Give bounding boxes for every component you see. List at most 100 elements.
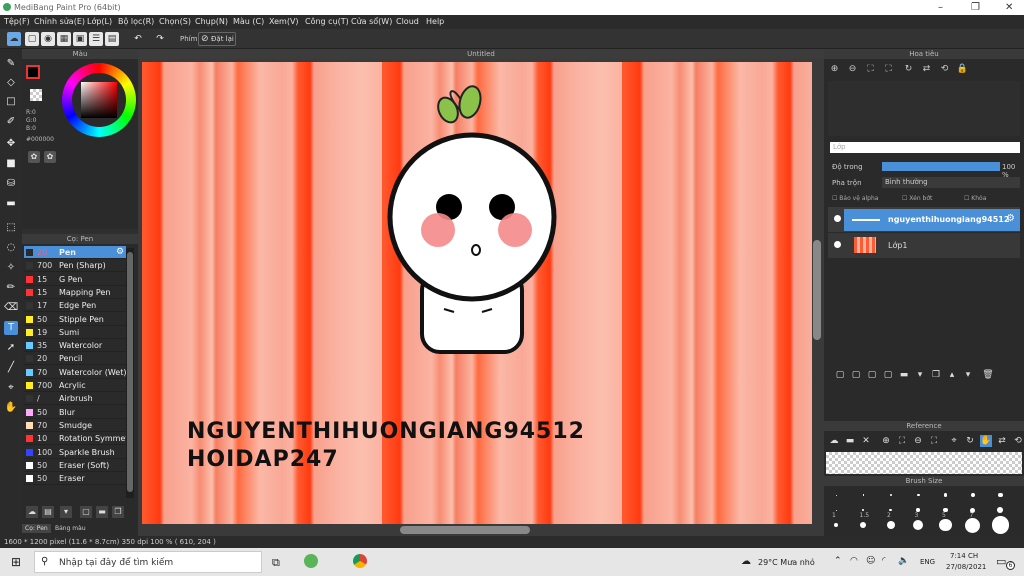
move-up-icon[interactable]: ▴: [946, 369, 958, 381]
add-brush-icon[interactable]: ▤: [42, 506, 54, 518]
redo-icon[interactable]: ↷: [153, 32, 167, 46]
brush-options-icon[interactable]: ▾: [60, 506, 72, 518]
gradient-tool-icon[interactable]: ▬: [4, 197, 18, 211]
brush-item[interactable]: 35 Watercolor: [24, 339, 126, 353]
select-eraser-icon[interactable]: ⌫: [4, 301, 18, 315]
gear-icon[interactable]: ⚙: [1006, 213, 1015, 224]
brush-size-dot[interactable]: [939, 518, 952, 532]
brush-size-dot[interactable]: [970, 493, 975, 497]
brush-item[interactable]: 50 Eraser (Soft): [24, 459, 126, 472]
folder-icon[interactable]: ▬: [844, 435, 856, 447]
zoom-out-icon[interactable]: ⊖: [846, 63, 859, 76]
brush-size-dot[interactable]: [886, 520, 895, 530]
move-tool-icon[interactable]: ✥: [4, 137, 18, 151]
duplicate-icon[interactable]: ❐: [930, 369, 942, 381]
volume-icon[interactable]: 🔈: [898, 556, 909, 566]
brush-size-dot[interactable]: [916, 493, 920, 497]
lock-view-icon[interactable]: 🔒: [956, 63, 969, 76]
layer-row-text[interactable]: nguyenthihuongiang94512 ⚙: [828, 207, 1020, 232]
grid-icon[interactable]: ▦: [57, 32, 71, 46]
brush-tool-icon[interactable]: ✎: [4, 57, 18, 71]
flip-icon[interactable]: ⇄: [920, 63, 933, 76]
brush-size-dot[interactable]: [889, 493, 892, 497]
menu-layer[interactable]: Lớp(L): [87, 17, 112, 26]
brush-item[interactable]: 50 Blur: [24, 406, 126, 419]
eye-icon[interactable]: [834, 241, 841, 248]
folder-icon[interactable]: ▬: [96, 506, 108, 518]
brush-size-dot[interactable]: [835, 494, 837, 496]
clock-date[interactable]: 27/08/2021: [946, 563, 986, 571]
eye-icon[interactable]: [834, 215, 841, 222]
dot-tool-icon[interactable]: □: [4, 95, 18, 109]
menu-snap[interactable]: Chụp(N): [195, 17, 228, 26]
clock-time[interactable]: 7:14 CH: [950, 552, 978, 560]
actual-size-icon[interactable]: ⛶: [928, 435, 940, 447]
blend-mode-select[interactable]: Bình thường: [882, 177, 1020, 188]
reset-view-icon[interactable]: ⟲: [1012, 435, 1024, 447]
brush-item[interactable]: 15 Mapping Pen: [24, 286, 126, 299]
brush-item[interactable]: 100 Sparkle Brush: [24, 446, 126, 459]
eyedropper-icon[interactable]: ⌖: [948, 435, 960, 447]
maximize-icon[interactable]: ❐: [971, 2, 980, 13]
cloud-brush-icon[interactable]: ☁: [26, 506, 38, 518]
move-down-icon[interactable]: ▾: [962, 369, 974, 381]
select-rect-icon[interactable]: ⬚: [4, 221, 18, 235]
palette-icon[interactable]: ✿: [28, 151, 40, 163]
task-view-icon[interactable]: ⧉: [272, 556, 280, 570]
drawing-canvas[interactable]: NGUYENTHIHUONGIANG94512 HOIDAP247: [142, 62, 812, 524]
hand-tool-icon[interactable]: ✋: [4, 401, 18, 415]
new-layer-icon[interactable]: ▢: [850, 369, 862, 381]
notification-icon[interactable]: ▭: [996, 555, 1006, 568]
select-pen-icon[interactable]: ✐: [4, 115, 18, 129]
brush-size-dot[interactable]: [965, 517, 981, 533]
close-icon[interactable]: ✕: [1005, 2, 1013, 13]
brush-item[interactable]: 10 Rotation Symmetry: [24, 432, 126, 446]
brush-item[interactable]: 20 Pen ⚙: [24, 246, 126, 259]
minimize-icon[interactable]: –: [938, 2, 943, 13]
delete-icon[interactable]: 🗑: [982, 369, 994, 381]
brush-size-dot[interactable]: [943, 493, 948, 497]
zoom-in-icon[interactable]: ⊕: [880, 435, 892, 447]
brush-size-dot[interactable]: [912, 519, 924, 531]
brush-item[interactable]: 20 Pencil: [24, 352, 126, 366]
hand-icon[interactable]: ✋: [980, 435, 992, 447]
brush-item[interactable]: / Airbrush: [24, 392, 126, 406]
select-brush-icon[interactable]: ✏: [4, 281, 18, 295]
merge-icon[interactable]: ▾: [914, 369, 926, 381]
brush-size-dot[interactable]: [862, 509, 865, 511]
brush-item[interactable]: 700 Acrylic: [24, 379, 126, 392]
rotate-icon[interactable]: ↻: [964, 435, 976, 447]
protect-alpha-checkbox[interactable]: ☐ Bảo vệ alpha: [832, 195, 878, 202]
opacity-slider[interactable]: [882, 162, 1000, 171]
rotate-icon[interactable]: ↻: [902, 63, 915, 76]
medibang-taskbar-icon[interactable]: [304, 554, 318, 568]
new-icon[interactable]: ▢: [25, 32, 39, 46]
chrome-taskbar-icon[interactable]: [353, 554, 367, 568]
eyedropper-tool-icon[interactable]: ⌖: [4, 381, 18, 395]
chevron-up-icon[interactable]: ⌃: [834, 556, 842, 566]
new-layer-icon[interactable]: ▢: [866, 369, 878, 381]
cloud-icon[interactable]: ☁: [828, 435, 840, 447]
saturation-square[interactable]: [81, 82, 117, 118]
copy-brush-icon[interactable]: ❐: [112, 506, 124, 518]
zoom-in-icon[interactable]: ⊕: [828, 63, 841, 76]
bucket-tool-icon[interactable]: ⛁: [4, 177, 18, 191]
menu-edit[interactable]: Chỉnh sửa(E): [34, 17, 85, 26]
new-layer-icon[interactable]: ▢: [882, 369, 894, 381]
operation-tool-icon[interactable]: ➚: [4, 341, 18, 355]
wifi-icon[interactable]: ◜: [882, 556, 886, 566]
background-color-swatch[interactable]: [30, 89, 42, 101]
brush-size-dot[interactable]: [997, 507, 1004, 513]
cloud-icon[interactable]: ☁: [7, 32, 21, 46]
menu-filter[interactable]: Bộ lọc(R): [118, 17, 154, 26]
menu-color[interactable]: Màu (C): [233, 17, 264, 26]
zoom-out-icon[interactable]: ⊖: [912, 435, 924, 447]
brush-item[interactable]: 70 Smudge: [24, 419, 126, 432]
brush-item[interactable]: 50 Stipple Pen: [24, 313, 126, 326]
brush-size-dot[interactable]: [991, 516, 1009, 534]
actual-size-icon[interactable]: ⛶: [882, 63, 895, 76]
brush-item[interactable]: 17 Edge Pen: [24, 299, 126, 313]
folder-icon[interactable]: ▬: [898, 369, 910, 381]
fill-rect-icon[interactable]: ■: [4, 157, 18, 171]
list-icon[interactable]: ☰: [89, 32, 103, 46]
